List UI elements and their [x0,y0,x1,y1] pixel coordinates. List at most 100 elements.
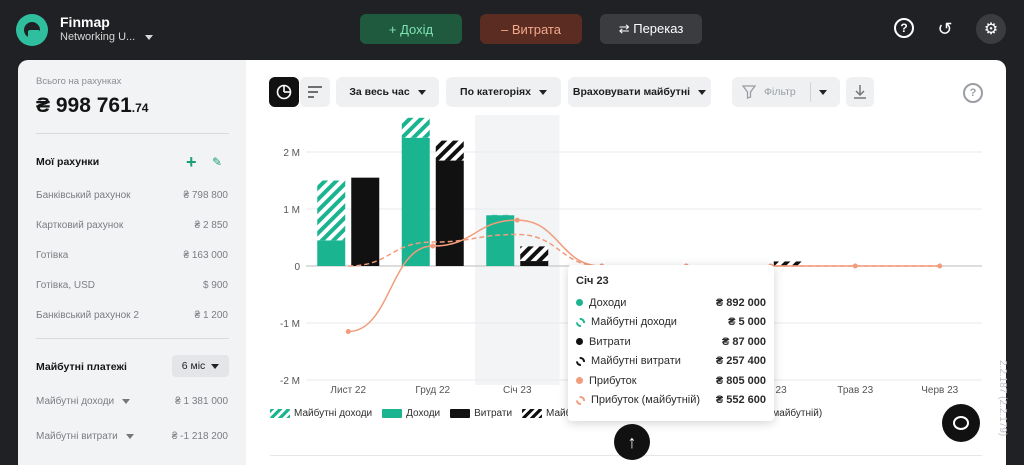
future-expense-label: Майбутні витрати [36,431,134,442]
tooltip-title: Січ 23 [576,275,609,287]
period-select[interactable]: За весь час [336,77,439,107]
future-income-row[interactable]: Майбутні доходи ₴ 1 381 000 [36,396,228,407]
x-tick-label: Січ 23 [503,385,532,396]
help-icon[interactable]: ? [963,83,983,103]
account-name: Готівка, USD [36,280,96,291]
account-row[interactable]: Готівка ₴ 163 000 [36,250,228,261]
future-select[interactable]: Враховувати майбутні [568,77,711,107]
accounts-sidebar: Всього на рахунках ₴ 998 761.74 Мої раху… [18,60,246,465]
profit-point [937,263,943,269]
legend-label: Майбутні доходи [294,408,373,419]
workspace-selector[interactable]: Networking U... [60,31,154,43]
tooltip-row: Майбутні доходи ₴ 5 000 [576,313,766,333]
brand-name: Finmap [60,14,110,30]
tooltip-row-label: Майбутні витрати [576,355,681,367]
profit-point [852,263,858,269]
grouping-select[interactable]: По категоріях [446,77,561,107]
future-income-name: Майбутні доходи [36,396,115,407]
future-expense-name: Майбутні витрати [36,431,118,442]
future-income-bar [317,180,346,241]
version-label: 2.2.187 (2.2.179) [997,360,1008,437]
account-row[interactable]: Картковий рахунок ₴ 2 850 [36,220,228,231]
add-transfer-button[interactable]: ⇄ Переказ [600,14,702,44]
legend-label: Витрати [474,408,513,419]
future-period-select[interactable]: 6 міс [172,355,229,377]
series-marker [576,377,583,385]
tooltip-row-label: Майбутні доходи [576,316,677,328]
chevron-down-icon [145,34,154,40]
tooltip-row-label: Прибуток (майбутній) [576,394,700,406]
list-icon [308,86,322,98]
account-balance: ₴ 798 800 [183,190,229,201]
income-bar [486,215,515,266]
list-view-button[interactable] [300,77,330,107]
finmap-logo[interactable] [16,14,48,46]
add-account-icon[interactable]: + [186,152,197,173]
future-income-value: ₴ 1 381 000 [175,396,228,407]
series-value: ₴ 257 400 [715,355,766,368]
legend-item[interactable]: Майбутні доходи [270,408,372,419]
filter-button[interactable]: Фільтр [732,77,840,107]
total-balance-value: ₴ 998 761.74 [36,94,148,118]
legend-swatch [270,409,290,418]
grouping-value: По категоріях [460,86,531,98]
chevron-down-icon [417,89,426,95]
chart-tooltip: Січ 23 Доходи ₴ 892 000 Майбутні доходи ₴ 5… [568,265,774,421]
divider [36,338,229,339]
help-icon[interactable]: ? [894,18,914,38]
chat-button[interactable] [942,404,980,442]
expense-bar [351,177,380,266]
account-row[interactable]: Банківський рахунок 2 ₴ 1 200 [36,310,228,321]
future-expense-bar [435,140,464,161]
account-name: Готівка [36,250,69,261]
chevron-down-icon [211,363,220,369]
legend-item[interactable]: Витрати [450,408,512,419]
y-tick-label: 0 [294,262,300,273]
chat-icon [953,416,969,430]
history-icon[interactable]: ↺ [934,18,956,40]
income-bar [317,240,346,266]
future-expense-row[interactable]: Майбутні витрати ₴ -1 218 200 [36,431,228,442]
tooltip-rows: Доходи ₴ 892 000 Майбутні доходи ₴ 5 000 Вит… [576,293,766,410]
account-row[interactable]: Готівка, USD $ 900 [36,280,228,291]
tooltip-row: Майбутні витрати ₴ 257 400 [576,352,766,372]
x-tick-label: Груд 22 [415,385,450,396]
chevron-down-icon [698,89,707,95]
top-bar: Finmap Networking U... + Дохід – Витрата… [0,0,1024,58]
legend-item[interactable]: Доходи [382,408,440,419]
download-button[interactable] [846,77,874,107]
download-icon [854,85,866,99]
divider [36,133,229,134]
add-expense-button[interactable]: – Витрата [480,14,582,44]
series-marker [576,317,585,327]
expense-bar [520,261,549,266]
add-income-button[interactable]: + Дохід [360,14,462,44]
total-balance-main: ₴ 998 761 [36,94,132,117]
future-income-label: Майбутні доходи [36,396,131,407]
edit-icon[interactable]: ✎ [212,155,222,169]
series-name: Майбутні витрати [591,355,681,368]
account-name: Банківський рахунок [36,190,131,201]
legend-label: Доходи [406,408,441,419]
tooltip-row-label: Доходи [576,297,626,309]
account-balance: ₴ 163 000 [183,250,229,261]
series-name: Майбутні доходи [591,316,677,329]
account-balance: ₴ 2 850 [194,220,228,231]
account-balance: $ 900 [202,280,228,291]
scroll-up-button[interactable]: ↑ [614,424,650,460]
gear-icon[interactable]: ⚙ [976,14,1006,44]
series-value: ₴ 892 000 [715,296,766,309]
chart-view-button[interactable] [269,77,299,107]
series-marker [576,356,585,366]
y-tick-label: -2 M [280,376,300,387]
tooltip-row-label: Прибуток [576,375,637,387]
chevron-down-icon[interactable] [818,89,827,95]
x-tick-label: Лист 22 [330,385,366,396]
y-tick-label: 1 M [283,205,300,216]
series-value: ₴ 552 600 [715,394,766,407]
future-expense-value: ₴ -1 218 200 [171,431,228,442]
chevron-down-icon [122,399,131,404]
series-name: Прибуток (майбутній) [591,394,701,407]
account-row[interactable]: Банківський рахунок ₴ 798 800 [36,190,228,201]
y-tick-label: -1 M [280,319,300,330]
